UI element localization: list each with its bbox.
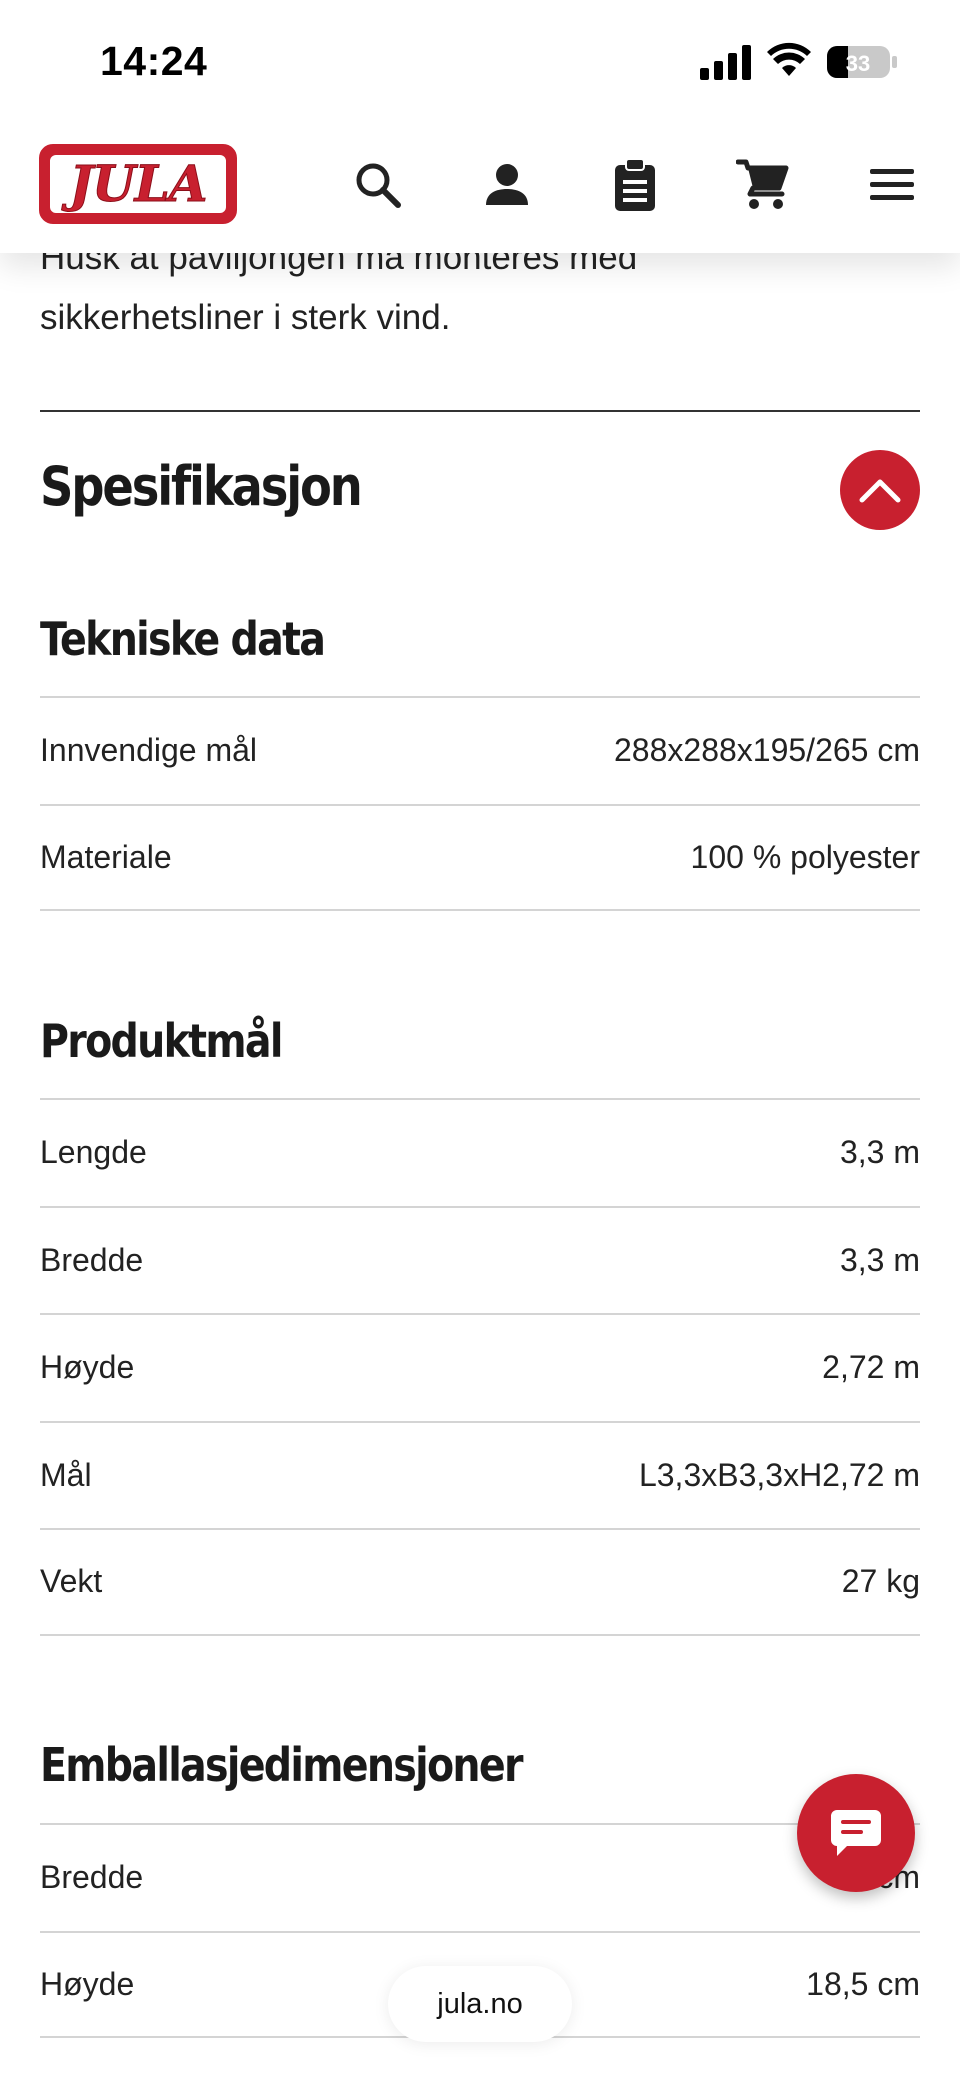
produktmal-table: Lengde 3,3 m Bredde 3,3 m Høyde 2,72 m M… [40, 1098, 920, 1636]
section-title-emballasje: Emballasjedimensjoner [40, 1738, 523, 1792]
battery-icon: 33 [827, 46, 897, 78]
table-row: Bredde 24 cm [40, 1823, 920, 1931]
clipboard-icon [615, 158, 655, 211]
row-value: 3,3 m [839, 1134, 920, 1171]
search-icon [356, 163, 401, 208]
chat-button[interactable] [797, 1774, 915, 1892]
row-label: Innvendige mål [40, 732, 258, 769]
spec-collapse-button[interactable] [840, 450, 920, 530]
table-row: Materiale 100 % polyester [40, 803, 920, 911]
table-row: Høyde 2,72 m [40, 1313, 920, 1421]
row-label: Materiale [40, 838, 172, 875]
row-label: Lengde [40, 1134, 147, 1171]
intro-text-line2: sikkerhetsliner i sterk vind. [40, 298, 451, 337]
cart-button[interactable] [731, 153, 795, 217]
row-value: 3,3 m [839, 1241, 920, 1278]
menu-button[interactable] [860, 153, 924, 217]
table-row: Lengde 3,3 m [40, 1098, 920, 1206]
row-label: Høyde [40, 1349, 135, 1386]
row-label: Bredde [40, 1241, 144, 1278]
battery-level: 33 [846, 51, 870, 76]
chevron-up-icon [859, 479, 901, 503]
shopping-list-button[interactable] [603, 153, 667, 217]
row-value: L3,3xB3,3xH2,72 m [638, 1456, 920, 1493]
site-header: JULA [0, 125, 960, 253]
wifi-icon [767, 42, 811, 76]
row-label: Vekt [40, 1563, 103, 1600]
spec-title: Spesifikasjon [40, 455, 363, 518]
cart-icon [736, 159, 789, 209]
row-label: Bredde [40, 1859, 144, 1896]
row-value: 2,72 m [822, 1349, 920, 1386]
row-value: 288x288x195/265 cm [614, 732, 920, 769]
status-bar: 14:24 33 [0, 0, 960, 125]
row-value: 27 kg [841, 1563, 920, 1600]
status-time: 14:24 [100, 38, 208, 84]
section-divider [40, 410, 920, 412]
logo-text: JULA [69, 154, 208, 213]
section-title-produktmal: Produktmål [40, 1014, 283, 1068]
section-title-tekniske: Tekniske data [40, 612, 326, 666]
browser-url-bar[interactable]: jula.no [388, 1966, 572, 2042]
table-row: Innvendige mål 288x288x195/265 cm [40, 696, 920, 804]
row-value: 18,5 cm [806, 1965, 920, 2002]
url-text: jula.no [437, 1987, 523, 2020]
jula-logo[interactable]: JULA [39, 144, 237, 224]
account-button[interactable] [475, 153, 539, 217]
tekniske-table: Innvendige mål 288x288x195/265 cm Materi… [40, 696, 920, 911]
row-label: Høyde [40, 1965, 135, 2002]
table-row: Mål L3,3xB3,3xH2,72 m [40, 1420, 920, 1529]
chat-icon [831, 1810, 881, 1856]
search-button[interactable] [346, 153, 410, 217]
signal-icon [700, 45, 751, 80]
table-row: Bredde 3,3 m [40, 1205, 920, 1314]
user-icon [486, 164, 528, 205]
menu-icon [870, 169, 914, 200]
table-row: Vekt 27 kg [40, 1528, 920, 1636]
row-label: Mål [40, 1456, 92, 1493]
row-value: 100 % polyester [690, 838, 920, 875]
